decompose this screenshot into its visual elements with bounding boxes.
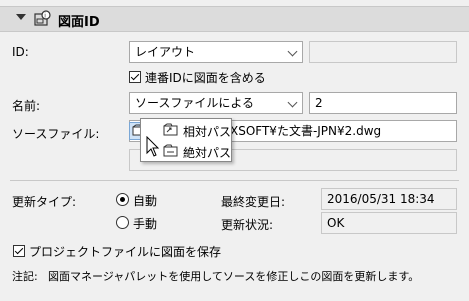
name-combo-value: ソースファイルによる (135, 96, 255, 110)
last-modified-value: 2016/05/31 18:34 (321, 188, 457, 210)
name-combo[interactable]: ソースファイルによる (129, 92, 303, 114)
menu-item-label: 絶対パス (183, 146, 232, 160)
source-file-label: ソースファイル: (12, 127, 100, 141)
update-manual-label: 手動 (133, 217, 158, 231)
update-status-label: 更新状況: (221, 218, 274, 232)
id-combo-value: レイアウト (135, 45, 196, 59)
source-file-path: XSOFT¥た文書-JPN¥2.dwg (230, 124, 382, 138)
update-status-value: OK (321, 212, 457, 234)
relative-path-icon (163, 123, 179, 137)
include-in-numbering-checkbox[interactable] (129, 71, 141, 83)
menu-item-label: 相対パス (183, 125, 232, 139)
id-side-field (309, 41, 457, 63)
section-divider (10, 180, 459, 181)
chevron-down-icon (287, 97, 298, 108)
chevron-down-icon (287, 46, 298, 57)
update-type-label: 更新タイプ: (12, 195, 77, 209)
note-prefix: 注記: (12, 270, 38, 283)
panel-header[interactable]: i 図面ID (0, 6, 469, 32)
include-in-numbering-label: 連番IDに図面を含める (145, 71, 266, 85)
collapse-arrow-icon[interactable] (16, 14, 26, 20)
save-in-project-checkbox[interactable] (13, 245, 25, 257)
update-auto-label: 自動 (133, 194, 158, 208)
drawing-id-icon: i (34, 10, 52, 28)
id-combo[interactable]: レイアウト (129, 41, 303, 63)
last-modified-label: 最終変更日: (221, 195, 286, 209)
update-auto-radio[interactable] (116, 193, 129, 206)
absolute-path-icon (163, 144, 179, 158)
id-label: ID: (12, 45, 29, 59)
save-in-project-label: プロジェクトファイルに図面を保存 (29, 245, 222, 259)
mouse-cursor-icon (146, 135, 160, 161)
panel-title: 図面ID (58, 15, 100, 30)
name-side-field[interactable]: 2 (309, 92, 457, 114)
name-label: 名前: (12, 99, 41, 113)
update-manual-radio[interactable] (116, 216, 129, 229)
note-text: 図面マネージャパレットを使用してソースを修正しこの図面を更新します。 (48, 270, 420, 283)
